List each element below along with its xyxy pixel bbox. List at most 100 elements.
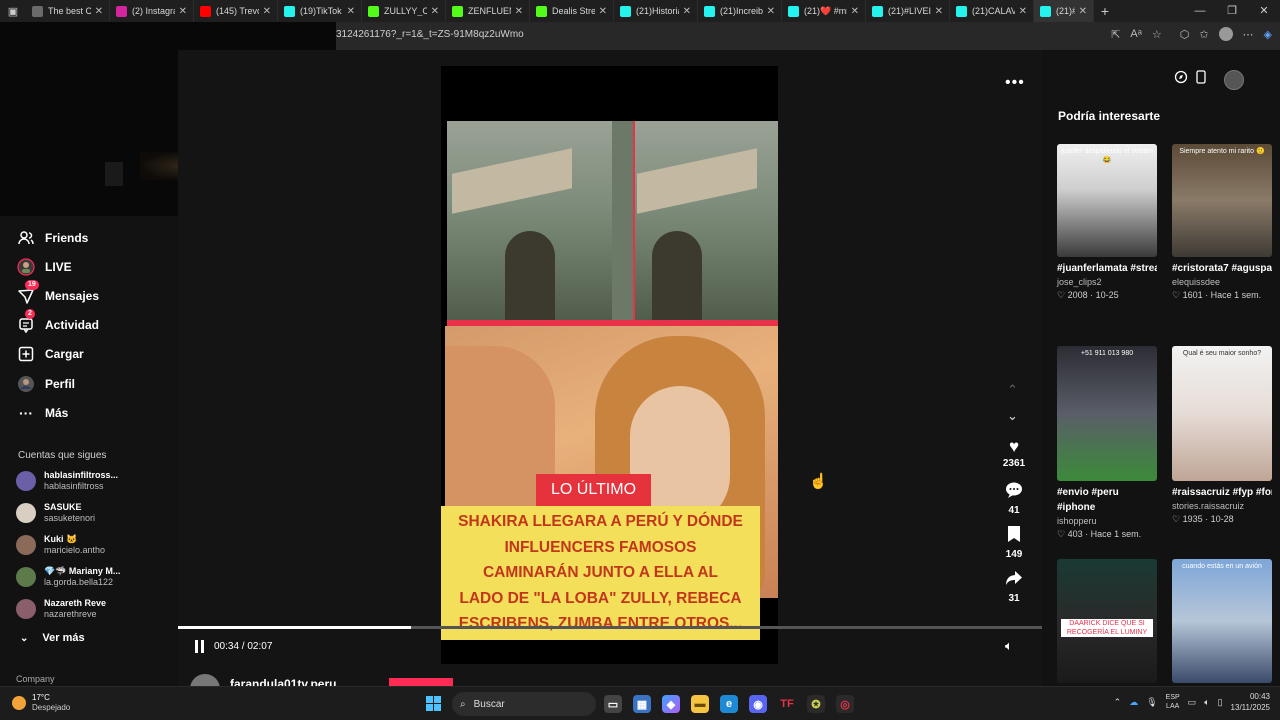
tab-title: (2) Instagram [132,6,175,16]
maximize-icon[interactable]: ❐ [1216,0,1248,22]
tab-close-icon[interactable]: ✕ [95,6,103,17]
nav-friends[interactable]: Friends [16,228,88,248]
browser-tab[interactable]: Dealis Strea ✕ [530,0,614,22]
url-field[interactable]: 3124261176?_r=1&_t=ZS-91M8qz2uWmo [336,29,524,40]
previous-video-icon[interactable]: ⌃ [1007,382,1018,398]
language-indicator[interactable]: ESP LAA [1166,693,1180,711]
tab-title: (21)Increible [720,6,763,16]
tab-title: (21)#LIVEIn [888,6,931,16]
tab-close-icon[interactable]: ✕ [683,6,691,17]
tab-close-icon[interactable]: ✕ [347,6,355,17]
like-button[interactable]: ♥ 2361 [998,437,1030,471]
device-icon[interactable] [1196,70,1206,84]
microphone-icon[interactable]: 🎙︎ [1146,697,1157,708]
tab-close-icon[interactable]: ✕ [599,6,607,17]
file-explorer-icon[interactable]: ▬ [691,695,709,713]
app-icon[interactable]: ✪ [807,695,825,713]
nav-activity[interactable]: 2 Actividad [16,309,99,335]
browser-tab[interactable]: (21)#im ✕ [1034,0,1094,22]
recommendation-card[interactable]: Qual é seu maior sonho? #raissacruiz #fy… [1172,346,1272,526]
tab-close-icon[interactable]: ✕ [515,6,523,17]
profile-avatar[interactable] [1218,27,1233,41]
pause-icon[interactable] [194,640,206,653]
tf-app-icon[interactable]: TF [778,695,796,713]
video-progress-bar[interactable] [178,626,1042,629]
speaker-icon[interactable]: 🔈︎ [1204,697,1209,708]
browser-tab[interactable]: ZULLYY_CS ✕ [362,0,446,22]
following-item[interactable]: 💎🦈 Mariany M... la.gorda.bella122 [16,566,120,588]
following-item[interactable]: hablasinfiltross... hablasinfiltross [16,470,118,492]
favorite-star-icon[interactable]: ☆ [1152,28,1162,41]
following-item[interactable]: Kuki 🐱 maricielo.antho [16,534,105,556]
volume-icon[interactable]: 🔈︎ [1005,638,1013,654]
nav-label: Friends [45,231,89,245]
settings-more-icon[interactable]: ⋯ [1243,28,1254,41]
tab-close-icon[interactable]: ✕ [935,6,943,17]
close-window-icon[interactable]: ✕ [1248,0,1280,22]
tab-close-icon[interactable]: ✕ [431,6,439,17]
store-icon[interactable]: ▦ [633,695,651,713]
tab-close-icon[interactable]: ✕ [1079,6,1087,17]
edge-icon[interactable]: e [720,695,738,713]
comment-button[interactable]: 41 [998,481,1030,518]
task-view-icon[interactable]: ▭ [604,695,622,713]
tab-close-icon[interactable]: ✕ [1019,6,1027,17]
nav-profile[interactable]: Perfil [16,374,75,394]
show-hidden-icons[interactable]: ⌃ [1114,697,1122,708]
share-button[interactable]: 31 [998,569,1030,606]
weather-widget[interactable]: 17°C Despejado [12,693,70,713]
windows-start-icon[interactable] [426,696,441,711]
copilot-app-icon[interactable]: ◆ [662,695,680,713]
nav-upload[interactable]: Cargar [16,344,84,364]
recommendation-card[interactable]: +51 911 013 980 #envio #peru #iphone ish… [1057,346,1157,541]
read-aloud-icon[interactable]: Aᵃ [1130,28,1141,40]
browser-tab[interactable]: (21)Increible ✕ [698,0,782,22]
account-name: Kuki 🐱 [44,534,78,544]
browser-tab[interactable]: (2) Instagram ✕ [110,0,194,22]
tab-close-icon[interactable]: ✕ [767,6,775,17]
user-avatar[interactable] [1224,70,1244,90]
recommendation-card[interactable]: cuando estás en un avión [1172,559,1272,683]
open-app-icon[interactable]: ⇱ [1111,28,1120,41]
minimize-icon[interactable]: — [1184,0,1216,22]
new-tab-button[interactable]: + [1094,3,1116,19]
next-video-icon[interactable]: ⌄ [1007,408,1018,424]
recommendation-card[interactable]: Siempre atento mi rarito 🙂 #cristorata7 … [1172,144,1272,302]
browser-tab[interactable]: (19)TikTok ✕ [278,0,362,22]
tab-close-icon[interactable]: ✕ [179,6,187,17]
favorites-icon[interactable]: ✩ [1199,28,1208,41]
company-link[interactable]: Company [16,674,55,684]
extensions-icon[interactable]: ⬡ [1180,28,1190,41]
recommendation-card[interactable]: DAARICK DICE QUE SI RECOGERÍA EL LUMINY [1057,559,1157,683]
tab-close-icon[interactable]: ✕ [851,6,859,17]
clock[interactable]: 00:43 13/11/2025 [1231,691,1270,713]
chrome-icon[interactable]: ◎ [836,695,854,713]
recommendation-card[interactable]: juanfer despidiendo el stream😂 #juanferl… [1057,144,1157,302]
battery-icon[interactable]: ▯ [1218,697,1223,708]
display-icon[interactable]: ▭ [1188,697,1197,708]
caption-line: CAMINARÁN JUNTO A ELLA AL [482,564,719,581]
discord-icon[interactable]: ◉ [749,695,767,713]
save-button[interactable]: 149 [998,525,1030,562]
following-item[interactable]: SASUKE sasuketenori [16,502,95,524]
browser-tab[interactable]: (21)CALAVE ✕ [950,0,1034,22]
nav-messages[interactable]: 19 Mensajes [16,280,99,306]
nav-more[interactable]: ··· Más [16,403,68,423]
compass-icon[interactable] [1174,70,1188,84]
taskbar-search[interactable]: ⌕ Buscar [452,692,596,716]
card-stats: ♡ 1935 · 10-28 [1172,514,1234,524]
browser-tab[interactable]: The best Ch ✕ [26,0,110,22]
following-item[interactable]: Nazareth Reve nazarethreve [16,598,106,620]
nav-live[interactable]: LIVE [16,257,72,277]
tab-actions-icon[interactable]: ▣ [0,5,26,18]
tab-close-icon[interactable]: ✕ [263,6,271,17]
onedrive-icon[interactable]: ☁ [1129,697,1138,708]
browser-tab[interactable]: (21)Historia ✕ [614,0,698,22]
browser-tab[interactable]: (21)#LIVEIn ✕ [866,0,950,22]
copilot-icon[interactable]: ◈ [1264,28,1272,41]
browser-tab[interactable]: ZENFLUENC ✕ [446,0,530,22]
browser-tab[interactable]: (145) Trevor ✕ [194,0,278,22]
more-options-icon[interactable]: ••• [1005,74,1025,92]
see-more-button[interactable]: ⌄ Ver más [20,632,85,644]
browser-tab[interactable]: (21)❤️ #mi ✕ [782,0,866,22]
